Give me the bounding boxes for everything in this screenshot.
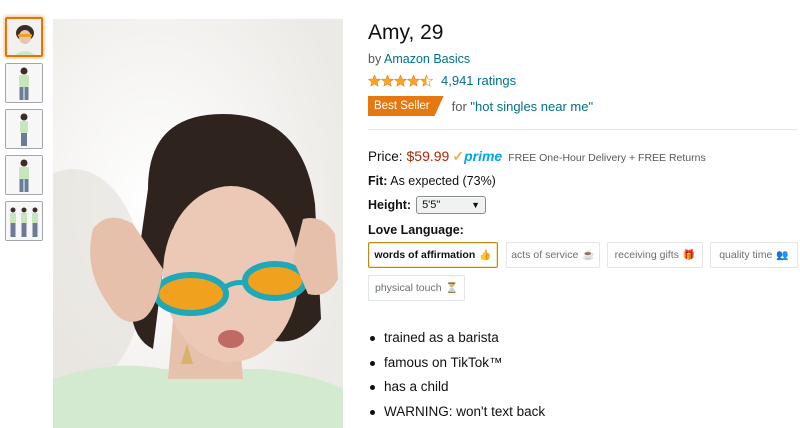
gift-icon: 🎁 <box>682 249 696 261</box>
brand-link[interactable]: Amazon Basics <box>384 52 470 66</box>
thumbnail-5[interactable] <box>5 201 43 241</box>
fit-label: Fit: <box>368 174 388 188</box>
option-label: receiving gifts <box>614 249 679 261</box>
hourglass-icon: ⏳ <box>445 282 458 294</box>
height-label: Height: <box>368 198 412 212</box>
price-value: $59.99 <box>406 148 450 164</box>
badge-category: for "hot singles near me" <box>452 99 593 114</box>
option-acts-of-service[interactable]: acts of service ☕ <box>506 242 600 268</box>
delivery-info: FREE One-Hour Delivery + FREE Returns <box>508 152 706 164</box>
star-icon <box>407 74 420 87</box>
best-seller-badge[interactable]: Best Seller <box>368 96 444 116</box>
thumbs-up-icon: 👍 <box>479 249 492 261</box>
ratings-count-link[interactable]: 4,941 ratings <box>441 73 516 88</box>
prime-logo[interactable]: ✓ prime <box>452 148 502 165</box>
option-label: physical touch <box>375 282 442 294</box>
prime-wordmark: prime <box>464 148 503 164</box>
byline: by Amazon Basics <box>368 52 470 66</box>
byline-prefix: by <box>368 52 384 66</box>
star-rating[interactable] <box>368 74 433 87</box>
option-label: words of affirmation <box>374 249 476 261</box>
star-icon <box>368 74 381 87</box>
fit-row: Fit: As expected (73%) <box>368 174 496 188</box>
love-language-label: Love Language: <box>368 223 464 237</box>
thumbnail-2[interactable] <box>5 63 43 103</box>
chevron-down-icon: ▼ <box>471 200 481 210</box>
coffee-icon: ☕ <box>582 249 595 261</box>
half-star-icon <box>420 74 433 87</box>
thumbnail-1[interactable] <box>5 17 43 57</box>
bullet-item: has a child <box>369 377 545 402</box>
option-receiving-gifts[interactable]: receiving gifts 🎁 <box>607 242 703 268</box>
best-seller-row: Best Seller for "hot singles near me" <box>368 96 593 116</box>
option-physical-touch[interactable]: physical touch ⏳ <box>368 275 465 301</box>
option-label: acts of service <box>511 249 579 261</box>
prime-check-icon: ✓ <box>452 148 465 164</box>
thumbnail-4[interactable] <box>5 155 43 195</box>
bullet-item: WARNING: won't text back <box>369 402 545 427</box>
price-row: Price: $59.99 ✓ prime FREE One-Hour Deli… <box>368 148 706 165</box>
product-title: Amy, 29 <box>368 21 444 44</box>
option-words-of-affirmation[interactable]: words of affirmation 👍 <box>368 242 498 268</box>
feature-bullets: trained as a barista famous on TikTok™ h… <box>368 328 545 426</box>
bullet-item: trained as a barista <box>369 328 545 353</box>
badge-for-prefix: for <box>451 98 471 114</box>
price-label: Price: <box>368 149 403 164</box>
people-icon: 👥 <box>776 249 789 261</box>
divider <box>368 129 798 130</box>
star-icon <box>394 74 407 87</box>
bullet-item: famous on TikTok™ <box>369 353 545 378</box>
rating-row: 4,941 ratings <box>368 73 516 88</box>
option-label: quality time <box>719 249 773 261</box>
thumbnail-3[interactable] <box>5 109 43 149</box>
star-icon <box>381 74 394 87</box>
height-select[interactable]: 5'5" ▼ <box>416 196 487 214</box>
main-product-image[interactable] <box>53 19 343 428</box>
fit-value: As expected (73%) <box>390 174 496 188</box>
badge-category-link[interactable]: "hot singles near me" <box>470 99 593 114</box>
option-quality-time[interactable]: quality time 👥 <box>710 242 798 268</box>
height-select-value: 5'5" <box>422 199 441 211</box>
height-row: Height: 5'5" ▼ <box>368 196 487 214</box>
thumbnail-strip <box>5 17 47 247</box>
